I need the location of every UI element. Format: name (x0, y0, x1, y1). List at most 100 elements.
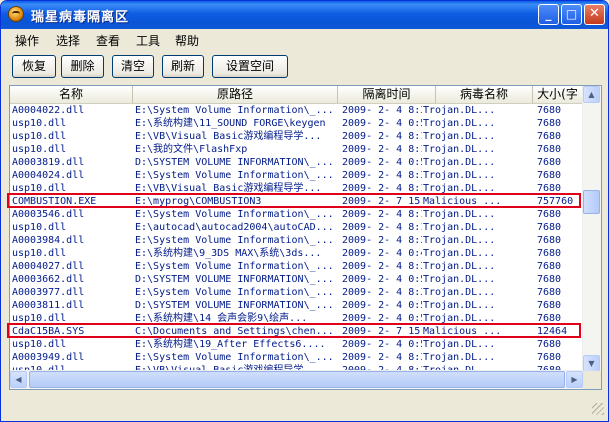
minimize-button[interactable]: _ (538, 4, 559, 25)
cell-time: 2009- 2- 4 8:13 (342, 209, 422, 220)
cell-time: 2009- 2- 4 8:30 (342, 287, 422, 298)
cell-name: usp10.dll (12, 131, 67, 142)
col-size[interactable]: 大小(字 (533, 86, 583, 103)
cell-path: E:\我的文件\FlashFxp (135, 144, 248, 155)
list-item[interactable]: usp10.dll E:\系统构建\19_After Effects6.... 20… (10, 338, 583, 351)
cell-time: 2009- 2- 4 0:58 (342, 157, 422, 168)
list-rows: A0004022.dll E:\System Volume Information… (10, 104, 583, 389)
restore-button[interactable]: 恢复 (12, 55, 56, 78)
cell-virus: Trojan.DL... (423, 222, 496, 233)
cell-size: 7680 (537, 222, 562, 233)
horizontal-scroll-thumb[interactable] (29, 371, 565, 388)
menu-operate[interactable]: 操作 (15, 32, 39, 49)
cell-name: usp10.dll (12, 183, 67, 194)
status-bar (1, 397, 608, 419)
list-item[interactable]: A0003949.dll E:\System Volume Information… (10, 351, 583, 364)
cell-name: usp10.dll (12, 118, 67, 129)
cell-size: 7680 (537, 105, 562, 116)
list-item[interactable]: A0003819.dll D:\SYSTEM VOLUME INFORMATION… (10, 156, 583, 169)
cell-virus: Trojan.DL... (423, 352, 496, 363)
size-grip-icon[interactable] (592, 403, 604, 415)
cell-time: 2009- 2- 4 8:30 (342, 352, 422, 363)
cell-name: A0003546.dll (12, 209, 85, 220)
list-item[interactable]: A0003977.dll E:\System Volume Information… (10, 286, 583, 299)
list-item[interactable]: A0003662.dll D:\SYSTEM VOLUME INFORMATION… (10, 273, 583, 286)
list-item[interactable]: usp10.dll E:\VB\Visual Basic游戏编程导学... 2009… (10, 130, 583, 143)
delete-button[interactable]: 删除 (61, 55, 104, 78)
cell-size: 7680 (537, 118, 562, 129)
list-item[interactable]: A0004022.dll E:\System Volume Information… (10, 104, 583, 117)
cell-size: 7680 (537, 248, 562, 259)
cell-time: 2009- 2- 4 0:58 (342, 118, 422, 129)
clear-button[interactable]: 清空 (112, 55, 154, 78)
list-item[interactable]: A0003984.dll E:\System Volume Information… (10, 234, 583, 247)
cell-size: 7680 (537, 339, 562, 350)
cell-time: 2009- 2- 4 8:31 (342, 105, 422, 116)
list-item[interactable]: usp10.dll E:\系统构建\14_会声会影9\绘声... 2009- 2- … (10, 312, 583, 325)
window-title: 瑞星病毒隔离区 (31, 10, 130, 25)
menu-view[interactable]: 查看 (96, 32, 120, 49)
cell-path: D:\SYSTEM VOLUME INFORMATION\_... (135, 300, 334, 311)
cell-virus: Trojan.DL... (423, 144, 496, 155)
menu-select[interactable]: 选择 (56, 32, 80, 49)
list-item[interactable]: usp10.dll E:\系统构建\9_3DS MAX\系统\3ds... 2009… (10, 247, 583, 260)
cell-path: C:\Documents and Settings\chen... (135, 326, 334, 337)
menu-tools[interactable]: 工具 (136, 32, 160, 49)
cell-path: E:\VB\Visual Basic游戏编程导学... (135, 183, 322, 194)
cell-name: A0004022.dll (12, 105, 85, 116)
list-item[interactable]: A0003811.dll D:\SYSTEM VOLUME INFORMATION… (10, 299, 583, 312)
cell-time: 2009- 2- 4 8:13 (342, 144, 422, 155)
cell-path: E:\System Volume Information\_... (135, 352, 334, 363)
vertical-scroll-thumb[interactable] (583, 190, 600, 214)
list-item[interactable]: A0003546.dll E:\System Volume Information… (10, 208, 583, 221)
close-button[interactable]: ✕ (584, 4, 605, 25)
col-virus[interactable]: 病毒名称 (436, 86, 533, 103)
vertical-scrollbar[interactable]: ▲ ▼ (582, 86, 601, 372)
cell-size: 7680 (537, 274, 562, 285)
cell-name: A0003984.dll (12, 235, 85, 246)
quarantine-list[interactable]: 名称 原路径 隔离时间 病毒名称 大小(字 A0004022.dll E:\Sys… (9, 85, 602, 390)
cell-path: E:\System Volume Information\_... (135, 261, 334, 272)
cell-time: 2009- 2- 7 15:30 (342, 326, 422, 337)
cell-time: 2009- 2- 4 0:51 (342, 274, 422, 285)
list-item[interactable]: A0004027.dll E:\System Volume Information… (10, 260, 583, 273)
list-item[interactable]: CdaC15BA.SYS C:\Documents and Settings\ch… (10, 325, 583, 338)
cell-virus: Trojan.DL... (423, 287, 496, 298)
list-item[interactable]: usp10.dll E:\autocad\autocad2004\autoCAD.… (10, 221, 583, 234)
list-item[interactable]: A0004024.dll E:\System Volume Information… (10, 169, 583, 182)
horizontal-scrollbar[interactable]: ◀ ▶ (10, 370, 583, 389)
col-path[interactable]: 原路径 (133, 86, 338, 103)
cell-name: CdaC15BA.SYS (12, 326, 85, 337)
cell-time: 2009- 2- 4 8:13 (342, 222, 422, 233)
cell-path: E:\System Volume Information\_... (135, 287, 334, 298)
cell-size: 7680 (537, 235, 562, 246)
cell-virus: Trojan.DL... (423, 261, 496, 272)
cell-virus: Trojan.DL... (423, 300, 496, 311)
settings-space-button[interactable]: 设置空间 (212, 55, 288, 78)
cell-size: 7680 (537, 261, 562, 272)
col-name[interactable]: 名称 (10, 86, 133, 103)
refresh-button[interactable]: 刷新 (162, 55, 204, 78)
col-time[interactable]: 隔离时间 (338, 86, 436, 103)
scroll-right-icon[interactable]: ▶ (566, 371, 583, 388)
scroll-up-icon[interactable]: ▲ (583, 86, 600, 103)
cell-virus: Trojan.DL... (423, 313, 496, 324)
scroll-left-icon[interactable]: ◀ (10, 371, 27, 388)
list-item[interactable]: usp10.dll E:\系统构建\11_SOUND FORGE\keygen 20… (10, 117, 583, 130)
cell-time: 2009- 2- 4 0:58 (342, 313, 422, 324)
cell-path: E:\系统构建\19_After Effects6.... (135, 339, 326, 350)
maximize-button[interactable]: □ (561, 4, 582, 25)
cell-virus: Trojan.DL... (423, 248, 496, 259)
list-item[interactable]: COMBUSTION.EXE E:\myprog\COMBUSTION3 2009-… (10, 195, 583, 208)
cell-size: 7680 (537, 300, 562, 311)
list-item[interactable]: usp10.dll E:\VB\Visual Basic游戏编程导学... 2009… (10, 182, 583, 195)
cell-path: E:\myprog\COMBUSTION3 (135, 196, 262, 207)
scroll-down-icon[interactable]: ▼ (583, 355, 600, 372)
title-bar[interactable]: 瑞星病毒隔离区 _ □ ✕ (1, 1, 608, 29)
cell-time: 2009- 2- 4 8:31 (342, 261, 422, 272)
menu-help[interactable]: 帮助 (175, 32, 199, 49)
list-item[interactable]: usp10.dll E:\我的文件\FlashFxp 2009- 2- 4 8:13… (10, 143, 583, 156)
cell-path: E:\系统构建\14_会声会影9\绘声... (135, 313, 308, 324)
toolbar: 恢复 删除 清空 刷新 设置空间 (1, 53, 608, 81)
list-header: 名称 原路径 隔离时间 病毒名称 大小(字 (10, 86, 583, 104)
